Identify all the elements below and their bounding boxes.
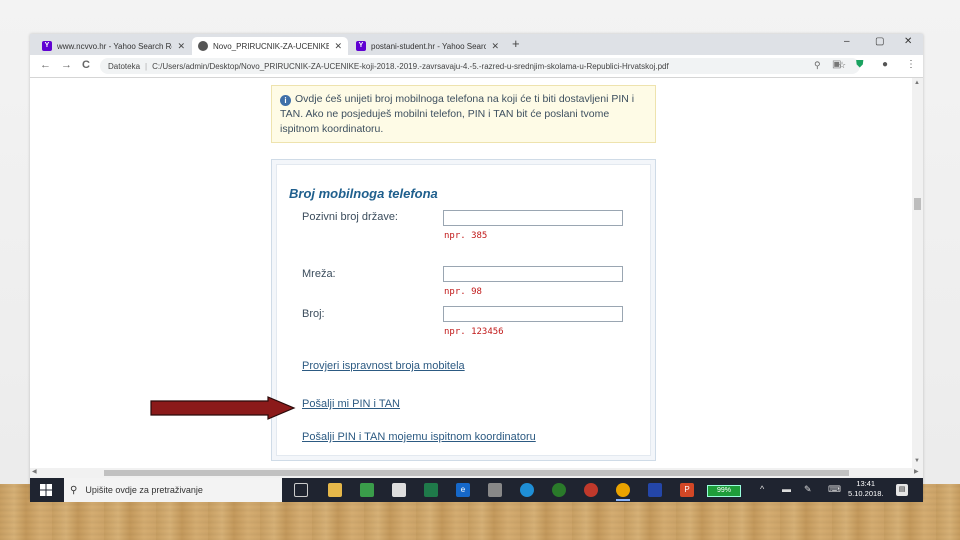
send-pin-tan-link[interactable]: Pošalji mi PIN i TAN [302, 398, 400, 410]
windows-start-icon[interactable] [40, 484, 52, 496]
blue-app-icon[interactable] [648, 483, 662, 497]
scroll-left-icon[interactable]: ◀ [32, 468, 37, 475]
scroll-up-icon[interactable]: ▲ [914, 80, 920, 86]
tab-title: postani-student.hr - Yahoo Searc [371, 41, 487, 51]
forward-button[interactable]: → [61, 59, 72, 71]
tab-yahoo-postani-student[interactable]: Y postani-student.hr - Yahoo Searc ✕ [350, 37, 505, 55]
address-toolbar: ← → C Datoteka | C:/Users/admin/Desktop/… [30, 55, 923, 78]
tab-prirucnik[interactable]: Novo_PRIRUCNIK-ZA-UCENIKE-k ✕ [192, 37, 348, 55]
file-scheme-label: Datoteka [108, 61, 141, 71]
info-notice: i Ovdje ćeš unijeti broj mobilnoga telefo… [271, 85, 656, 143]
annotation-arrow-icon [150, 396, 296, 420]
network-input[interactable] [443, 266, 623, 282]
pen-icon[interactable]: ✎ [804, 484, 812, 495]
notifications-icon[interactable]: ▤ [896, 484, 908, 496]
screenshot-screen: Y www.ncvvo.hr - Yahoo Search Re ✕ Novo_… [30, 34, 923, 500]
shield-extension-icon[interactable]: ⛊ [856, 59, 864, 70]
red-app-icon[interactable] [584, 483, 598, 497]
edge-icon[interactable]: e [456, 483, 470, 497]
windows-taskbar: ⚲ Upišite ovdje za pretraživanje e P 99%… [30, 478, 923, 502]
task-view-icon[interactable] [294, 483, 308, 497]
profile-avatar-icon[interactable]: ● [882, 59, 888, 70]
panel-title: Broj mobilnoga telefona [289, 186, 438, 201]
new-tab-button[interactable]: + [512, 36, 520, 51]
file-explorer-icon[interactable] [328, 483, 342, 497]
extension-icon[interactable]: ▣ [832, 59, 841, 70]
address-separator: | [145, 61, 148, 71]
close-tab-icon[interactable]: ✕ [177, 41, 185, 52]
address-bar[interactable]: Datoteka | C:/Users/admin/Desktop/Novo_P… [100, 58, 860, 74]
back-button[interactable]: ← [40, 59, 51, 71]
network-hint: npr. 98 [444, 287, 482, 297]
browser-tab-bar: Y www.ncvvo.hr - Yahoo Search Re ✕ Novo_… [30, 34, 923, 55]
country-code-input[interactable] [443, 210, 623, 226]
mail-icon[interactable] [392, 483, 406, 497]
country-code-hint: npr. 385 [444, 231, 488, 241]
maximize-button[interactable]: ▢ [875, 36, 884, 47]
taskbar-clock[interactable]: 13:41 5.10.2018. [848, 479, 883, 499]
number-hint: npr. 123456 [444, 327, 504, 337]
taskbar-search-placeholder: Upišite ovdje za pretraživanje [85, 485, 203, 495]
yahoo-icon: Y [42, 41, 52, 51]
number-input[interactable] [443, 306, 623, 322]
mobile-number-panel: Broj mobilnoga telefona Pozivni broj drž… [271, 159, 656, 461]
verify-number-link[interactable]: Provjeri ispravnost broja mobitela [302, 360, 465, 372]
book-app-icon[interactable] [360, 483, 374, 497]
store-icon[interactable] [488, 483, 502, 497]
chrome-icon[interactable] [616, 483, 630, 497]
yahoo-icon: Y [356, 41, 366, 51]
number-label: Broj: [302, 308, 325, 320]
tab-title: www.ncvvo.hr - Yahoo Search Re [57, 41, 173, 51]
green-circle-app-icon[interactable] [552, 483, 566, 497]
keyboard-icon[interactable]: ⌨ [828, 484, 841, 495]
close-tab-icon[interactable]: ✕ [491, 41, 499, 52]
close-window-button[interactable]: ✕ [904, 36, 912, 47]
menu-kebab-icon[interactable]: ⋮ [906, 59, 916, 70]
powerpoint-icon[interactable]: P [680, 483, 694, 497]
send-to-coordinator-link[interactable]: Pošalji PIN i TAN mojemu ispitnom koordi… [302, 431, 536, 443]
reload-button[interactable]: C [82, 59, 90, 71]
refresh-app-icon[interactable] [520, 483, 534, 497]
globe-icon [198, 41, 208, 51]
vertical-scrollbar[interactable]: ▲ ▼ [912, 78, 923, 468]
horizontal-scroll-thumb[interactable] [104, 470, 849, 476]
tab-yahoo-ncvvo[interactable]: Y www.ncvvo.hr - Yahoo Search Re ✕ [36, 37, 191, 55]
country-code-label: Pozivni broj države: [302, 211, 398, 223]
scroll-down-icon[interactable]: ▼ [914, 458, 920, 464]
info-text: Ovdje ćeš unijeti broj mobilnoga telefon… [280, 93, 635, 135]
chrome-active-indicator [616, 499, 630, 501]
network-icon[interactable]: ▬ [782, 484, 791, 494]
info-icon: i [280, 95, 291, 106]
address-path: C:/Users/admin/Desktop/Novo_PRIRUCNIK-ZA… [152, 61, 669, 71]
zoom-icon[interactable]: ⚲ [814, 60, 821, 71]
tray-chevron-icon[interactable]: ^ [760, 484, 764, 494]
battery-indicator[interactable]: 99% [707, 485, 741, 497]
horizontal-scrollbar[interactable]: ◀ ▶ [30, 468, 923, 478]
clock-date: 5.10.2018. [848, 489, 884, 498]
taskbar-search-box[interactable]: ⚲ Upišite ovdje za pretraživanje [64, 478, 282, 502]
network-label: Mreža: [302, 268, 336, 280]
clock-time: 13:41 [856, 479, 876, 488]
vertical-scroll-thumb[interactable] [914, 198, 921, 210]
search-icon: ⚲ [70, 484, 78, 496]
minimize-button[interactable]: – [844, 36, 850, 47]
scroll-right-icon[interactable]: ▶ [914, 468, 919, 475]
tab-title: Novo_PRIRUCNIK-ZA-UCENIKE-k [213, 41, 330, 51]
app-green-icon[interactable] [424, 483, 438, 497]
close-tab-icon[interactable]: ✕ [334, 41, 342, 52]
